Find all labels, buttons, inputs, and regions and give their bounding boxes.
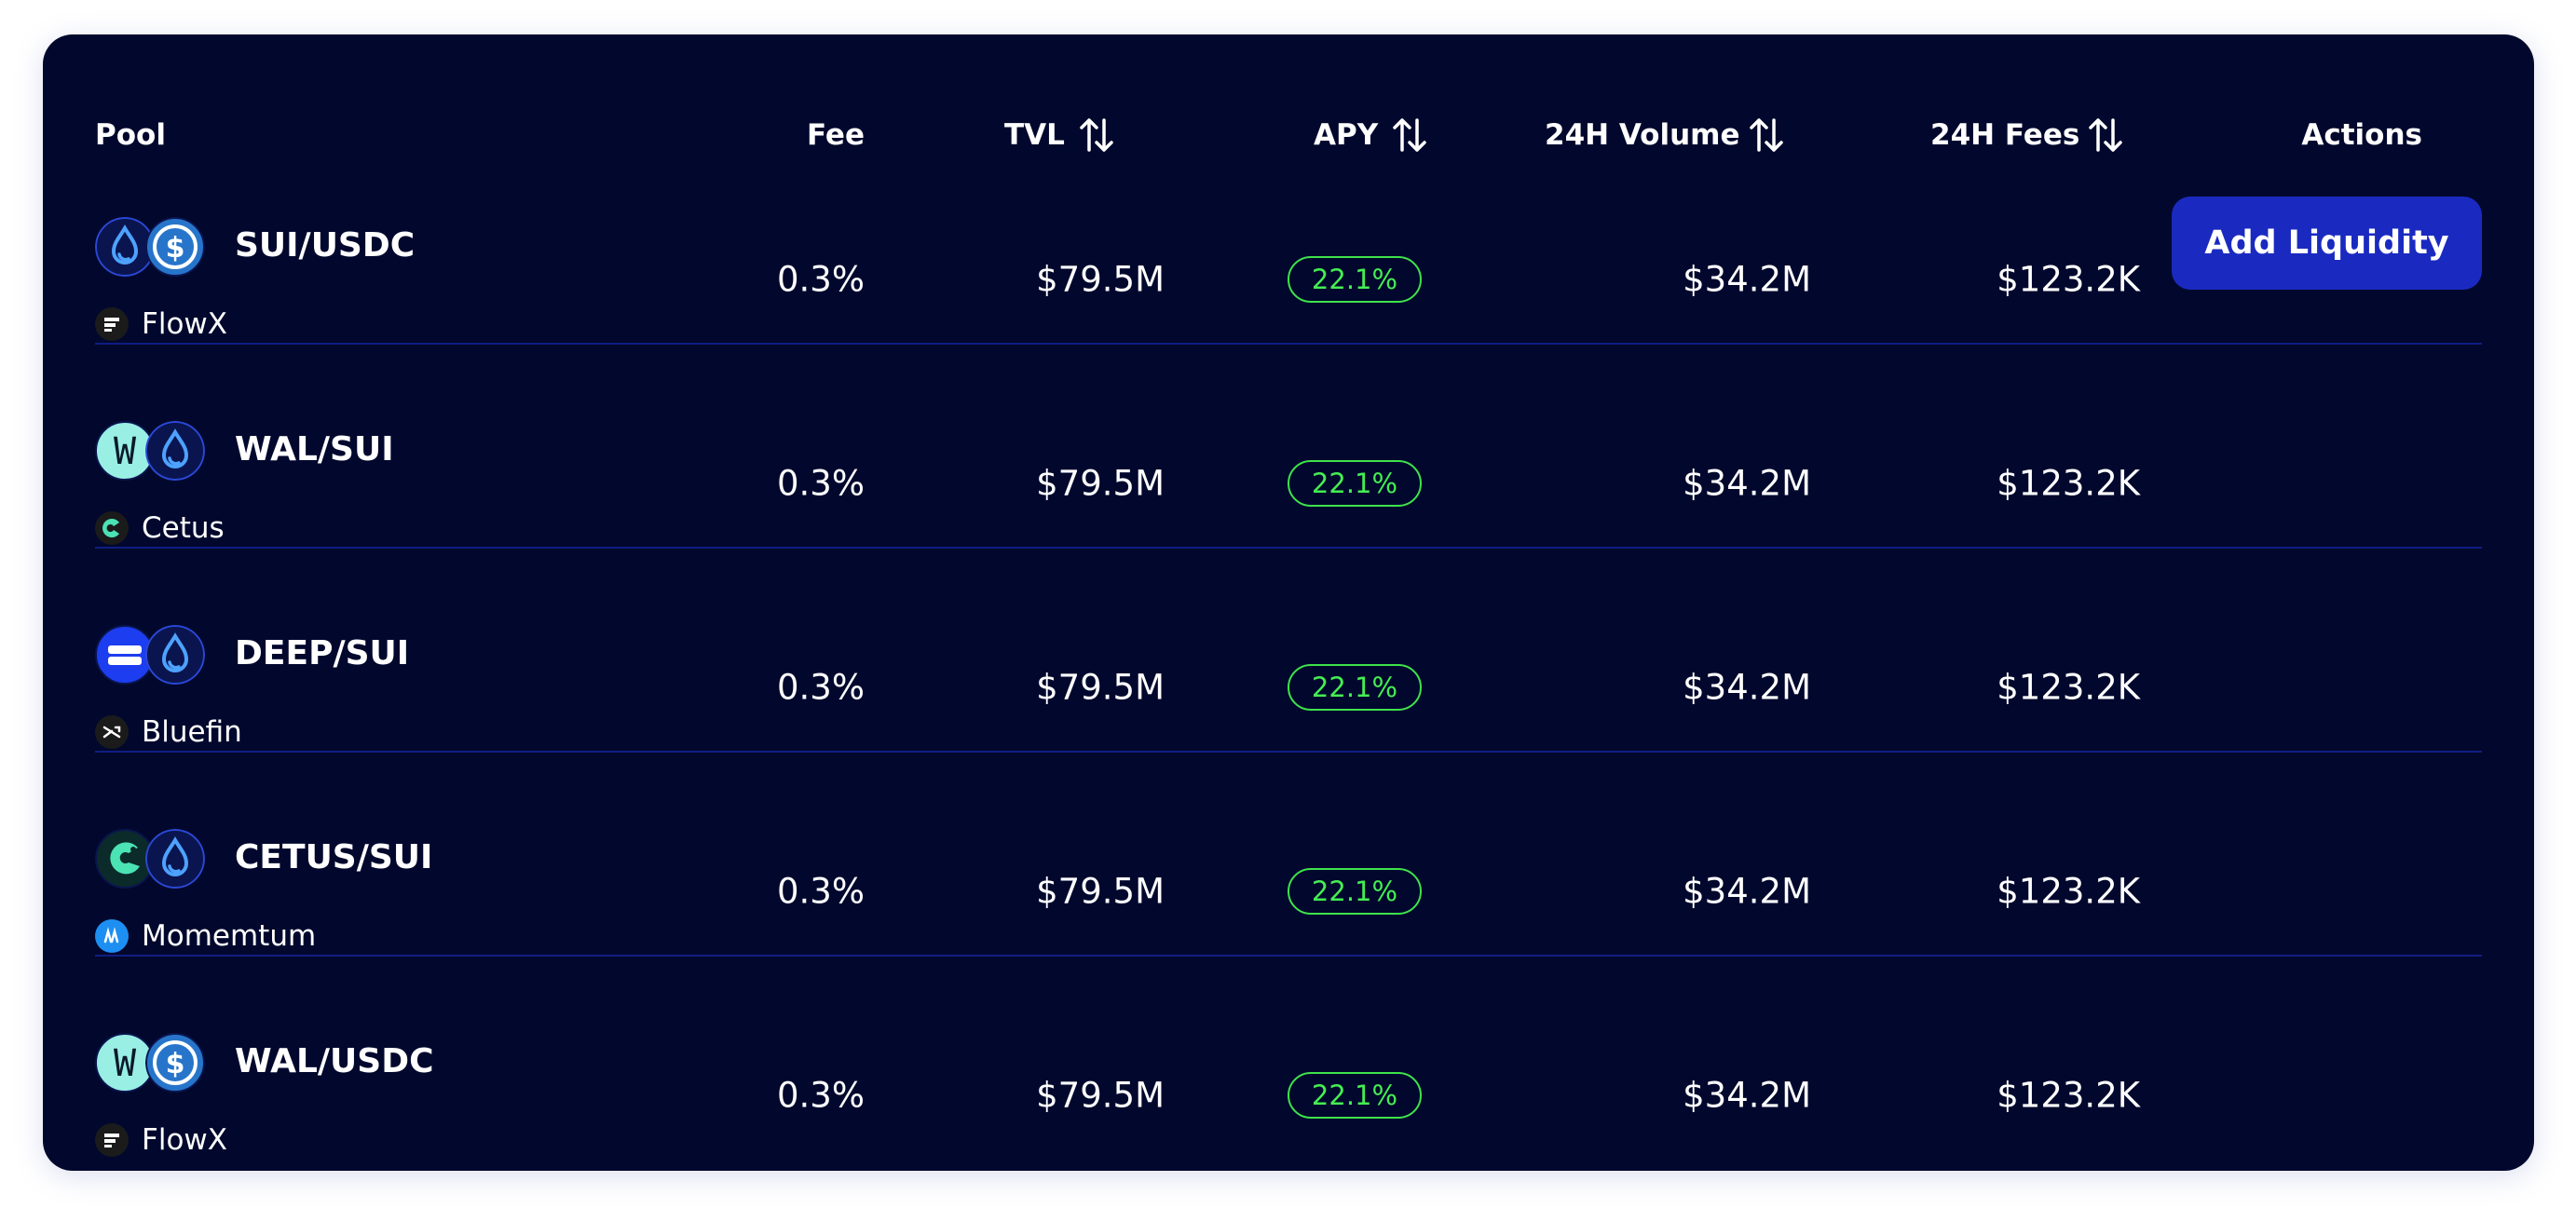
fee-value: 0.3%	[777, 871, 865, 912]
tvl-value: $79.5M	[1036, 259, 1165, 300]
pool-pair-name: WAL/USDC	[235, 1042, 434, 1080]
svg-text:$: $	[166, 232, 185, 265]
volume-value: $34.2M	[1683, 871, 1811, 912]
table-row[interactable]: W WAL/SUI Cetus 0.3% $79.5M 22.1% $34.2M…	[43, 381, 2534, 586]
column-header-fees-label: 24H Fees	[1930, 118, 2080, 152]
sui-droplet-icon	[145, 421, 205, 481]
volume-value: $34.2M	[1683, 667, 1811, 708]
dex-name: Bluefin	[142, 715, 242, 749]
column-header-apy[interactable]: APY	[1314, 115, 1428, 156]
row-divider	[95, 955, 2482, 957]
tvl-value: $79.5M	[1036, 1075, 1165, 1116]
tvl-value: $79.5M	[1036, 463, 1165, 504]
volume-value: $34.2M	[1683, 259, 1811, 300]
sort-arrows-icon[interactable]	[1078, 115, 1115, 156]
column-header-fee: Fee	[807, 118, 865, 152]
dex-name: FlowX	[142, 1123, 228, 1157]
column-header-fee-label: Fee	[807, 118, 865, 152]
sort-arrows-icon[interactable]	[1748, 115, 1785, 156]
column-header-fees[interactable]: 24H Fees	[1930, 115, 2124, 156]
row-divider	[95, 547, 2482, 549]
apy-badge: 22.1%	[1288, 868, 1422, 915]
svg-text:$: $	[166, 1048, 185, 1080]
flowx-icon	[95, 307, 129, 341]
bluefin-icon	[95, 715, 129, 749]
sui-droplet-icon	[145, 625, 205, 685]
column-header-volume[interactable]: 24H Volume	[1545, 115, 1785, 156]
pool-pair-name: SUI/USDC	[235, 226, 416, 265]
sui-droplet-icon	[145, 829, 205, 889]
momentum-icon	[95, 919, 129, 953]
add-liquidity-button[interactable]: Add Liquidity	[2172, 197, 2482, 290]
fee-value: 0.3%	[777, 463, 865, 504]
tvl-value: $79.5M	[1036, 667, 1165, 708]
column-header-tvl-label: TVL	[1004, 118, 1065, 152]
dex-name: Momemtum	[142, 919, 317, 953]
fee-value: 0.3%	[777, 1075, 865, 1116]
volume-value: $34.2M	[1683, 1075, 1811, 1116]
pool-pair-name: WAL/SUI	[235, 430, 394, 468]
flowx-icon	[95, 1123, 129, 1157]
row-divider	[95, 751, 2482, 753]
column-header-volume-label: 24H Volume	[1545, 118, 1740, 152]
sort-arrows-icon[interactable]	[2087, 115, 2124, 156]
fee-value: 0.3%	[777, 667, 865, 708]
apy-badge: 22.1%	[1288, 664, 1422, 711]
svg-text:W: W	[114, 1042, 137, 1085]
volume-value: $34.2M	[1683, 463, 1811, 504]
column-header-tvl[interactable]: TVL	[1004, 115, 1115, 156]
svg-text:W: W	[114, 430, 137, 473]
pools-table: Pool Fee TVL APY 24H Volume 24H Fees Act…	[43, 34, 2534, 1171]
pool-pair-name: DEEP/SUI	[235, 634, 410, 672]
sort-arrows-icon[interactable]	[1391, 115, 1428, 156]
apy-badge: 22.1%	[1288, 460, 1422, 507]
column-header-pool: Pool	[95, 118, 166, 152]
column-header-actions-label: Actions	[2301, 118, 2422, 152]
usdc-dollar-icon: $	[145, 1033, 205, 1093]
fees-value: $123.2K	[1997, 871, 2140, 912]
fee-value: 0.3%	[777, 259, 865, 300]
cetus-icon	[95, 511, 129, 545]
table-row[interactable]: W $ WAL/USDC FlowX 0.3% $79.5M 22.1% $34…	[43, 993, 2534, 1198]
dex-name: FlowX	[142, 307, 228, 341]
table-row[interactable]: $ SUI/USDC FlowX 0.3% $79.5M 22.1% $34.2…	[43, 177, 2534, 382]
tvl-value: $79.5M	[1036, 871, 1165, 912]
pool-pair-name: CETUS/SUI	[235, 838, 433, 876]
dex-name: Cetus	[142, 511, 225, 545]
fees-value: $123.2K	[1997, 463, 2140, 504]
apy-badge: 22.1%	[1288, 256, 1422, 303]
fees-value: $123.2K	[1997, 667, 2140, 708]
fees-value: $123.2K	[1997, 1075, 2140, 1116]
column-header-pool-label: Pool	[95, 118, 166, 152]
column-header-apy-label: APY	[1314, 118, 1379, 152]
row-divider	[95, 343, 2482, 345]
usdc-dollar-icon: $	[145, 217, 205, 277]
table-row[interactable]: CETUS/SUI Momemtum 0.3% $79.5M 22.1% $34…	[43, 789, 2534, 994]
column-header-actions: Actions	[2301, 118, 2422, 152]
table-row[interactable]: DEEP/SUI Bluefin 0.3% $79.5M 22.1% $34.2…	[43, 585, 2534, 790]
apy-badge: 22.1%	[1288, 1072, 1422, 1119]
fees-value: $123.2K	[1997, 259, 2140, 300]
